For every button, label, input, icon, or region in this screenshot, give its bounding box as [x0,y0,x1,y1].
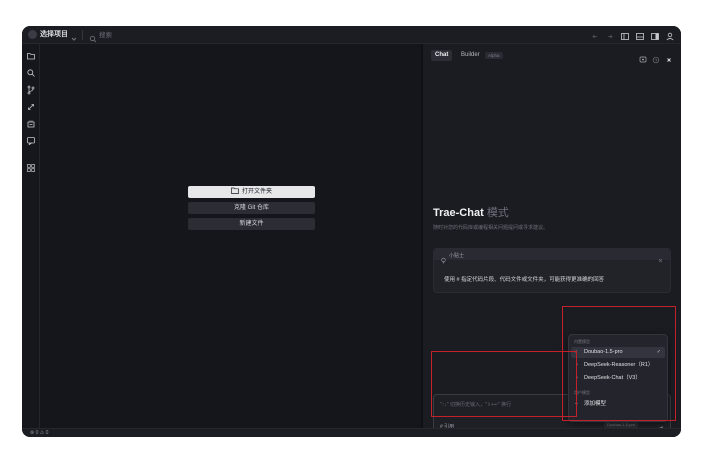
source-control-icon[interactable] [26,82,36,95]
new-chat-icon[interactable] [639,51,647,63]
tab-builder[interactable]: Builder [457,50,484,61]
extensions-icon[interactable] [26,116,36,128]
search-icon [89,30,97,43]
tip-label: 小贴士 [449,253,465,259]
tab-chat[interactable]: Chat [431,50,453,61]
toggle-panel-icon[interactable] [635,29,645,40]
tip-card: 小贴士 使用 # 指定代码片段、代码文件或文件夹，可能获得更准确的回答 [433,248,671,293]
history-icon[interactable] [652,51,660,64]
open-folder-label: 打开文件夹 [241,189,272,195]
toggle-aux-bar-icon[interactable] [650,29,660,40]
mode-title: Trae-Chat 模式 [433,204,509,220]
activity-bar [22,44,40,428]
search-icon[interactable] [26,65,36,77]
back-arrow-icon[interactable] [590,29,600,40]
project-selector[interactable]: 选择项目 [40,29,68,39]
search-input[interactable]: 搜索 [99,29,112,39]
title-bar: 选择项目 搜索 [22,26,681,44]
input-highlight-box [431,351,577,417]
chevron-down-icon[interactable] [70,30,78,41]
title-separator [82,30,83,40]
close-icon[interactable] [665,51,673,62]
mode-description: 随时对您的代码库或编程相关问题提问或寻求建议。 [433,225,549,231]
dropdown-highlight-box [562,306,676,421]
problems-indicator[interactable]: ⊗ 0 ⚠ 0 [30,430,48,436]
explorer-icon[interactable] [26,48,36,60]
app-window: 选择项目 搜索 打开文件夹 克隆 Git 仓库 新建文件 Chat Builde… [22,26,681,437]
tip-text: 使用 # 指定代码片段、代码文件或文件夹，可能获得更准确的回答 [444,277,605,283]
apps-grid-icon[interactable] [26,160,36,172]
debug-icon[interactable] [26,99,36,110]
clone-repo-button[interactable]: 克隆 Git 仓库 [188,202,315,214]
mode-title-en: Trae-Chat [433,207,484,219]
mode-title-cn: 模式 [486,207,509,219]
tip-collapse-icon[interactable] [657,251,664,263]
lightbulb-icon [440,251,447,264]
chat-icon[interactable] [26,133,36,146]
editor-area: 打开文件夹 克隆 Git 仓库 新建文件 [41,44,421,428]
alpha-badge: Alpha [485,52,503,59]
model-selector[interactable]: Doubao-1.5-pro [604,421,639,428]
open-folder-button[interactable]: 打开文件夹 [188,186,315,198]
tip-header: 小贴士 [434,249,670,264]
status-bar: ⊗ 0 ⚠ 0 [22,428,681,437]
project-icon [28,30,37,39]
forward-arrow-icon[interactable] [605,29,615,40]
account-icon[interactable] [665,29,675,41]
new-file-button[interactable]: 新建文件 [188,218,315,230]
notification-bell-icon[interactable] [669,430,675,436]
toggle-sidebar-icon[interactable] [620,29,630,40]
folder-icon [231,187,239,194]
